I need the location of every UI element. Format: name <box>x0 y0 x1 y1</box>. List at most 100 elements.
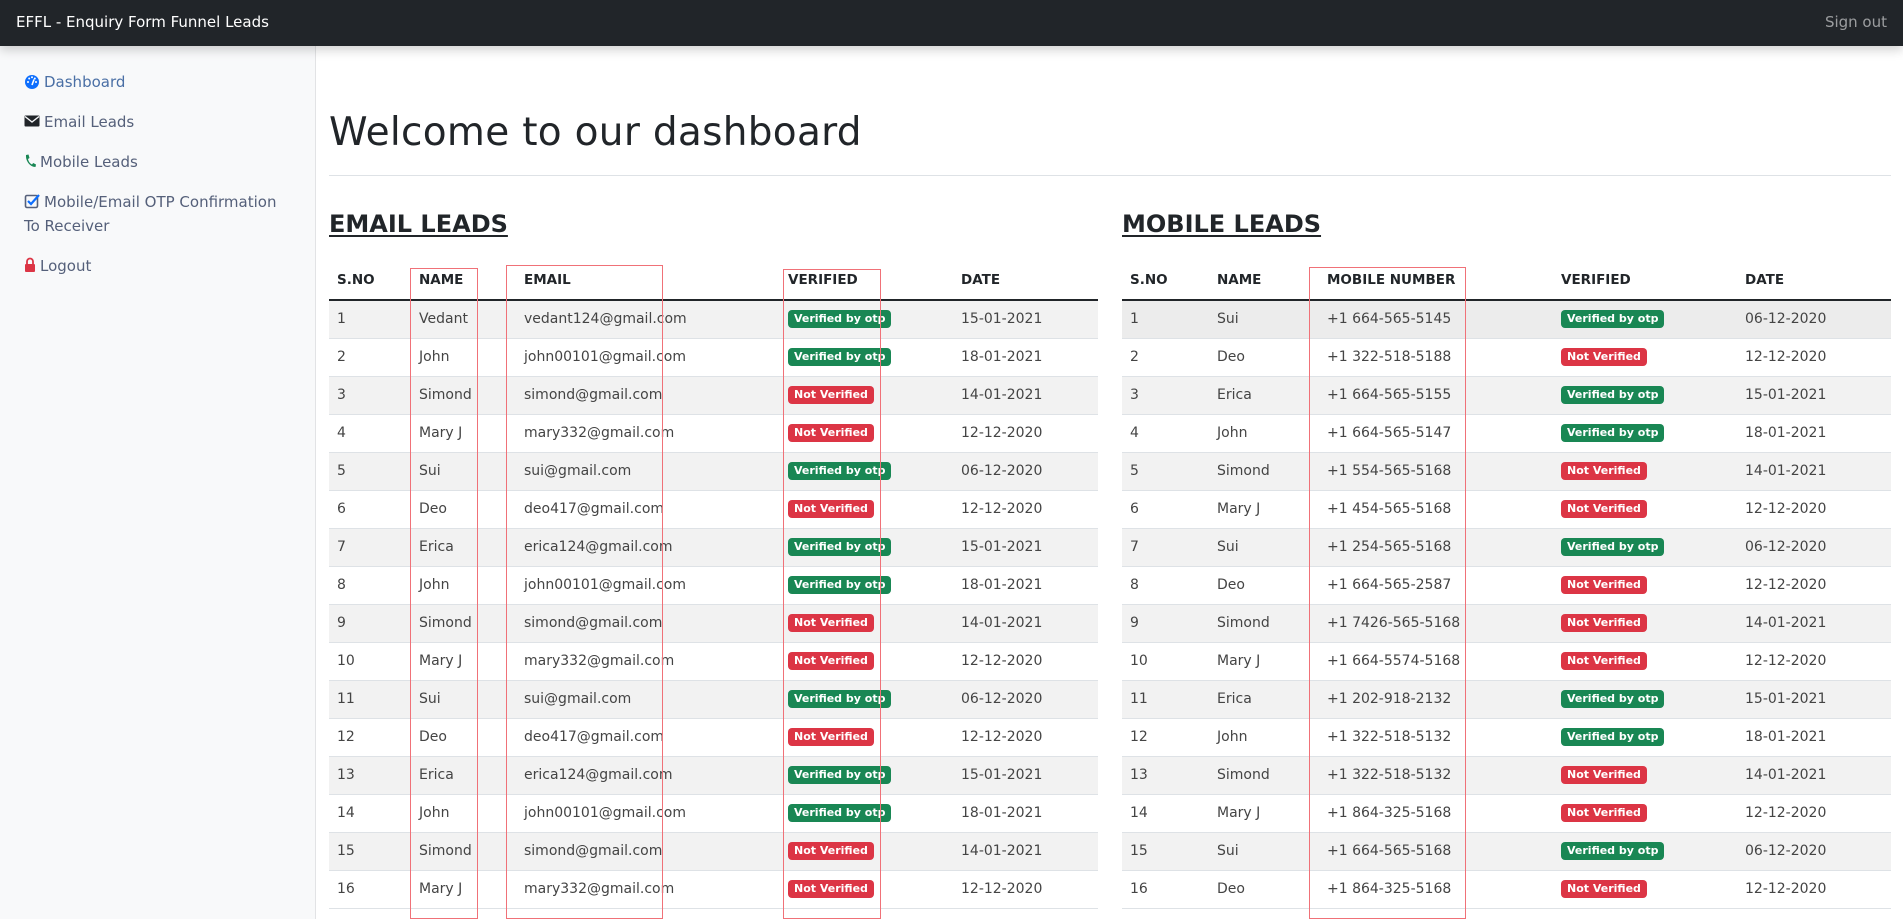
sidebar-item-email-leads[interactable]: Email Leads <box>24 110 294 134</box>
cell-name: John <box>411 566 516 605</box>
cell-email: vedant124@gmail.com <box>516 300 780 339</box>
table-row[interactable]: 7 Sui +1 254-565-5168 Verified by otp 06-12-… <box>1122 528 1891 567</box>
column-header-name[interactable]: NAME <box>1209 261 1319 301</box>
table-row[interactable]: 3 Erica +1 664-565-5155 Verified by otp 15-0… <box>1122 376 1891 415</box>
table-row[interactable]: 12 Deo deo417@gmail.com Not Verified 12-12-2… <box>329 718 1098 757</box>
table-row[interactable]: 14 Mary J +1 864-325-5168 Not Verified 12-12… <box>1122 794 1891 833</box>
sidebar: Dashboard Email Leads Mobile Leads Mobil… <box>0 46 316 919</box>
cell-sno: 6 <box>1122 490 1209 529</box>
table-row[interactable]: 3 Simond simond@gmail.com Not Verified 14-01… <box>329 376 1098 415</box>
not-verified-badge: Not Verified <box>1561 652 1647 670</box>
cell-date: 12-12-2020 <box>953 490 1098 529</box>
table-row[interactable]: 12 John +1 322-518-5132 Verified by otp 18-0… <box>1122 718 1891 757</box>
cell-sno: 3 <box>329 376 411 415</box>
cell-mobile-number: +1 202-918-2132 <box>1319 680 1553 719</box>
table-header-row: S.NO NAME EMAIL VERIFIED DATE <box>329 261 1098 301</box>
column-header-sno[interactable]: S.NO <box>1122 261 1209 301</box>
column-header-verified[interactable]: VERIFIED <box>780 261 953 301</box>
table-row[interactable]: 16 Deo +1 864-325-5168 Not Verified 12-12-20… <box>1122 870 1891 909</box>
verified-badge: Verified by otp <box>1561 310 1665 329</box>
table-row[interactable]: 8 Deo +1 664-565-2587 Not Verified 12-12-202… <box>1122 566 1891 605</box>
table-row[interactable]: 9 Simond +1 7426-565-5168 Not Verified 14-01… <box>1122 604 1891 643</box>
column-header-date[interactable]: DATE <box>1737 261 1891 301</box>
verified-badge: Verified by otp <box>788 766 892 784</box>
table-row[interactable]: 2 Deo +1 322-518-5188 Not Verified 12-12-202… <box>1122 338 1891 377</box>
not-verified-badge: Not Verified <box>1561 462 1647 480</box>
verified-badge: Verified by otp <box>788 690 892 708</box>
cell-date: 12-12-2020 <box>953 718 1098 757</box>
table-row[interactable]: 11 Sui sui@gmail.com Verified by otp 06-12-2… <box>329 680 1098 719</box>
column-header-date[interactable]: DATE <box>953 261 1098 301</box>
cell-name: Erica <box>411 528 516 567</box>
column-header-sno[interactable]: S.NO <box>329 261 411 301</box>
table-row[interactable]: 14 John john00101@gmail.com Verified by otp… <box>329 794 1098 833</box>
cell-name: Erica <box>411 756 516 795</box>
column-header-verified[interactable]: VERIFIED <box>1553 261 1737 301</box>
table-row[interactable]: 9 Simond simond@gmail.com Not Verified 14-01… <box>329 604 1098 643</box>
column-header-name[interactable]: NAME <box>411 261 516 301</box>
cell-verified: Not Verified <box>780 870 953 909</box>
sign-out-link[interactable]: Sign out <box>1825 13 1887 31</box>
table-row[interactable]: 11 Erica +1 202-918-2132 Verified by otp 15-… <box>1122 680 1891 719</box>
cell-date: 18-01-2021 <box>1737 718 1891 757</box>
sidebar-item-otp-confirmation[interactable]: Mobile/Email OTP Confirmation To Receive… <box>24 190 294 238</box>
verified-badge: Verified by otp <box>788 576 892 594</box>
table-row[interactable]: 5 Simond +1 554-565-5168 Not Verified 14-01-… <box>1122 452 1891 491</box>
table-row[interactable]: 1 Vedant vedant124@gmail.com Verified by ot… <box>329 300 1098 339</box>
cell-date: 06-12-2020 <box>1737 300 1891 339</box>
cell-mobile-number: +1 664-565-2587 <box>1319 566 1553 605</box>
cell-mobile-number: +1 864-325-5168 <box>1319 794 1553 833</box>
cell-sno: 2 <box>1122 338 1209 377</box>
cell-mobile-number: +1 322-518-5132 <box>1319 718 1553 757</box>
cell-email: simond@gmail.com <box>516 832 780 871</box>
cell-date: 12-12-2020 <box>953 870 1098 909</box>
table-row[interactable]: 4 Mary Jmary332@gmail.com Not Verified 12-1… <box>329 414 1098 453</box>
cell-date: 12-12-2020 <box>1737 794 1891 833</box>
cell-sno: 3 <box>1122 376 1209 415</box>
cell-verified: Verified by otp <box>780 300 953 339</box>
table-row[interactable]: 8 John john00101@gmail.com Verified by otp 1… <box>329 566 1098 605</box>
cell-sno: 8 <box>1122 566 1209 605</box>
cell-verified: Not Verified <box>1553 490 1737 529</box>
table-row[interactable]: 7 Erica erica124@gmail.com Verified by otp 1… <box>329 528 1098 567</box>
cell-date: 15-01-2021 <box>953 528 1098 567</box>
cell-sno: 7 <box>1122 528 1209 567</box>
cell-sno: 10 <box>1122 642 1209 681</box>
table-row[interactable]: 15 Sui +1 664-565-5168 Verified by otp 06-12… <box>1122 832 1891 871</box>
cell-email: deo417@gmail.com <box>516 718 780 757</box>
table-row[interactable]: 16 Mary Jmary332@gmail.com Not Verified 12-… <box>329 870 1098 909</box>
cell-verified: Verified by otp <box>780 452 953 491</box>
table-row[interactable]: 15 Simond simond@gmail.com Not Verified 14-0… <box>329 832 1098 871</box>
cell-name: Simond <box>411 832 516 871</box>
table-row[interactable]: 6 Mary J +1 454-565-5168 Not Verified 12-12-… <box>1122 490 1891 529</box>
column-header-mobile-number[interactable]: MOBILE NUMBER <box>1319 261 1553 301</box>
cell-name: Sui <box>1209 300 1319 339</box>
table-row[interactable]: 10 Mary J +1 664-5574-5168 Not Verified 12-1… <box>1122 642 1891 681</box>
not-verified-badge: Not Verified <box>788 728 874 746</box>
sidebar-item-logout[interactable]: Logout <box>24 254 294 278</box>
table-row[interactable]: 6 Deo deo417@gmail.com Not Verified 12-12-20… <box>329 490 1098 529</box>
cell-sno: 16 <box>329 870 411 909</box>
cell-date: 18-01-2021 <box>1737 414 1891 453</box>
sidebar-item-dashboard[interactable]: Dashboard <box>24 70 294 94</box>
table-row[interactable]: 5 Sui sui@gmail.com Verified by otp 06-12-20… <box>329 452 1098 491</box>
table-row[interactable]: 10 Mary Jmary332@gmail.com Not Verified 12-… <box>329 642 1098 681</box>
cell-name: Simond <box>1209 452 1319 491</box>
not-verified-badge: Not Verified <box>1561 500 1647 518</box>
table-row[interactable]: 13 Simond +1 322-518-5132 Not Verified 14-01… <box>1122 756 1891 795</box>
table-row[interactable]: 2 John john00101@gmail.com Verified by otp 1… <box>329 338 1098 377</box>
table-row[interactable]: 4 John +1 664-565-5147 Verified by otp 18-01… <box>1122 414 1891 453</box>
cell-name: Mary J <box>411 414 516 453</box>
cell-verified: Not Verified <box>1553 338 1737 377</box>
cell-sno: 4 <box>1122 414 1209 453</box>
brand-title[interactable]: EFFL - Enquiry Form Funnel Leads <box>16 13 269 31</box>
cell-mobile-number: +1 322-518-5132 <box>1319 756 1553 795</box>
cell-date: 06-12-2020 <box>953 452 1098 491</box>
column-header-email[interactable]: EMAIL <box>516 261 780 301</box>
sidebar-item-mobile-leads[interactable]: Mobile Leads <box>24 150 294 174</box>
table-row[interactable]: 13 Erica erica124@gmail.com Verified by otp… <box>329 756 1098 795</box>
main-content: Welcome to our dashboard EMAIL LEADS MOB… <box>317 46 1903 919</box>
table-row[interactable]: 1 Sui +1 664-565-5145 Verified by otp 06-12-… <box>1122 300 1891 339</box>
cell-mobile-number: +1 664-565-5145 <box>1319 300 1553 339</box>
cell-date: 14-01-2021 <box>953 604 1098 643</box>
